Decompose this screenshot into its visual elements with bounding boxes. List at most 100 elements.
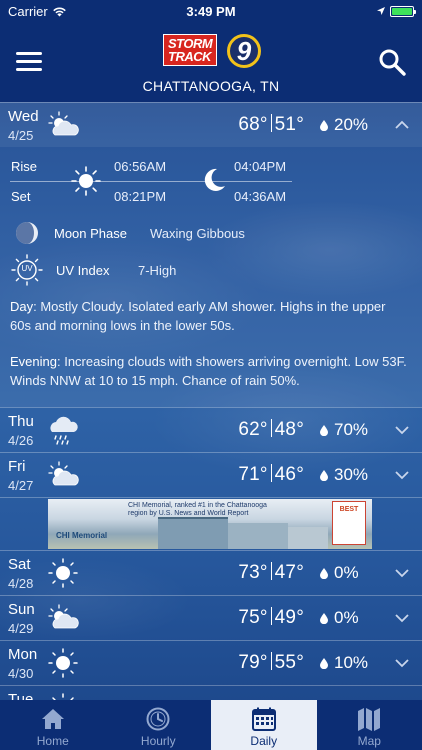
- day-temperatures: 62° 48°: [238, 419, 304, 441]
- rain-percent: 70%: [334, 420, 369, 439]
- day-date: 4/26: [8, 433, 34, 448]
- partly-cloudy-icon: [46, 109, 80, 141]
- tab-home[interactable]: Home: [0, 700, 106, 750]
- uv-index-value: 7-High: [138, 262, 177, 278]
- rain-cloud-icon: [46, 414, 80, 446]
- location-label[interactable]: CHATTANOOGA, TN: [0, 78, 422, 94]
- chevron-up-icon[interactable]: [394, 118, 410, 132]
- set-label: Set: [11, 189, 31, 204]
- high-temp: 62°: [238, 419, 268, 440]
- sun-icon: [71, 166, 101, 196]
- high-temp: 75°: [238, 607, 268, 628]
- raindrop-icon: [320, 119, 328, 131]
- ad-brand: CHI Memorial: [56, 531, 108, 540]
- day-row-sat[interactable]: Sat 4/28 73° 47° 0%: [0, 550, 422, 595]
- rain-chance: 0%: [320, 608, 359, 628]
- low-temp: 46°: [274, 464, 304, 485]
- search-icon[interactable]: [378, 48, 406, 76]
- uv-icon-text: UV: [21, 264, 33, 273]
- moon-phase-value: Waxing Gibbous: [150, 225, 245, 241]
- uv-icon: UV: [10, 253, 44, 287]
- ad-building-image: [228, 523, 288, 549]
- advertisement-banner[interactable]: CHI Memorial, ranked #1 in the Chattanoo…: [48, 499, 372, 549]
- high-temp: 79°: [238, 652, 268, 673]
- high-temp: 73°: [238, 562, 268, 583]
- day-temperatures: 68° 51°: [238, 114, 304, 136]
- day-date: 4/30: [8, 666, 34, 681]
- hamburger-menu-icon[interactable]: [16, 52, 42, 72]
- raindrop-icon: [320, 567, 328, 579]
- location-arrow-icon: [377, 7, 385, 15]
- raindrop-icon: [320, 424, 328, 436]
- chevron-down-icon[interactable]: [394, 566, 410, 580]
- high-temp: 68°: [238, 114, 268, 135]
- sun-icon: [46, 557, 80, 589]
- tab-label: Daily: [250, 734, 278, 748]
- logo-wordmark: STORM TRACK: [163, 34, 218, 66]
- uv-index-label: UV Index: [56, 262, 110, 278]
- status-bar: Carrier 3:49 PM: [0, 0, 422, 22]
- day-temperatures: 73° 47°: [238, 562, 304, 584]
- moon-icon: [204, 168, 225, 191]
- low-temp: 47°: [274, 562, 304, 583]
- chevron-down-icon[interactable]: [394, 656, 410, 670]
- rain-chance: 10%: [320, 653, 368, 673]
- status-time: 3:49 PM: [186, 3, 236, 19]
- bottom-tab-bar: Home Hourly Daily Map: [0, 700, 422, 750]
- rain-percent: 10%: [334, 653, 369, 672]
- battery-icon: [390, 5, 416, 17]
- low-temp: 55°: [274, 652, 304, 673]
- day-label: Day: [10, 299, 34, 314]
- moon-phase-icon: [16, 222, 38, 244]
- day-name: Fri: [8, 458, 26, 475]
- tab-map[interactable]: Map: [317, 700, 422, 750]
- tab-daily[interactable]: Daily: [211, 700, 317, 750]
- rain-chance: 20%: [320, 115, 368, 135]
- day-description: : Mostly Cloudy. Isolated early AM showe…: [10, 299, 386, 333]
- temp-separator: [270, 652, 272, 670]
- status-right: [376, 5, 416, 17]
- evening-description: : Increasing clouds with showers arrivin…: [10, 354, 407, 388]
- day-name: Wed: [8, 108, 39, 125]
- rain-chance: 30%: [320, 465, 368, 485]
- moon-phase-label: Moon Phase: [54, 225, 127, 241]
- high-temp: 71°: [238, 464, 268, 485]
- tab-hourly[interactable]: Hourly: [106, 700, 212, 750]
- carrier-label: Carrier: [8, 3, 48, 19]
- day-row-fri[interactable]: Fri 4/27 71° 46° 30%: [0, 452, 422, 497]
- sun-moon-divider: [10, 181, 292, 182]
- day-date: 4/25: [8, 128, 34, 143]
- raindrop-icon: [320, 657, 328, 669]
- uv-index-row: UV UV Index 7-High: [10, 253, 176, 287]
- day-row-thu[interactable]: Thu 4/26 62° 48° 70%: [0, 407, 422, 452]
- temp-separator: [270, 464, 272, 482]
- moonrise-time: 04:04PM: [234, 159, 287, 174]
- status-left: Carrier: [8, 4, 67, 19]
- day-name: Thu: [8, 413, 34, 430]
- chevron-down-icon[interactable]: [394, 611, 410, 625]
- partly-cloudy-icon: [46, 459, 80, 491]
- day-row-mon[interactable]: Mon 4/30 79° 55° 10%: [0, 640, 422, 685]
- battery-fill: [392, 7, 412, 15]
- day-date: 4/27: [8, 478, 34, 493]
- home-icon: [40, 706, 66, 732]
- sunrise-time: 06:56AM: [114, 159, 167, 174]
- chevron-down-icon[interactable]: [394, 468, 410, 482]
- rain-percent: 20%: [334, 115, 369, 134]
- ad-award-badge: BEST: [332, 501, 366, 545]
- day-row-wed[interactable]: Wed 4/25 68° 51° 20%: [0, 102, 422, 147]
- temp-separator: [270, 562, 272, 580]
- day-name: Mon: [8, 646, 38, 663]
- ad-building-image: [288, 527, 328, 549]
- moon-phase-row: Moon Phase Waxing Gibbous: [12, 220, 245, 246]
- day-temperatures: 71° 46°: [238, 464, 304, 486]
- day-row-sun[interactable]: Sun 4/29 75° 49° 0%: [0, 595, 422, 640]
- rise-label: Rise: [11, 159, 38, 174]
- chevron-down-icon[interactable]: [394, 423, 410, 437]
- clock-icon: [145, 706, 171, 732]
- calendar-icon: [251, 706, 277, 732]
- rain-chance: 70%: [320, 420, 368, 440]
- tab-label: Map: [357, 734, 381, 748]
- temp-separator: [270, 607, 272, 625]
- day-temperatures: 75° 49°: [238, 607, 304, 629]
